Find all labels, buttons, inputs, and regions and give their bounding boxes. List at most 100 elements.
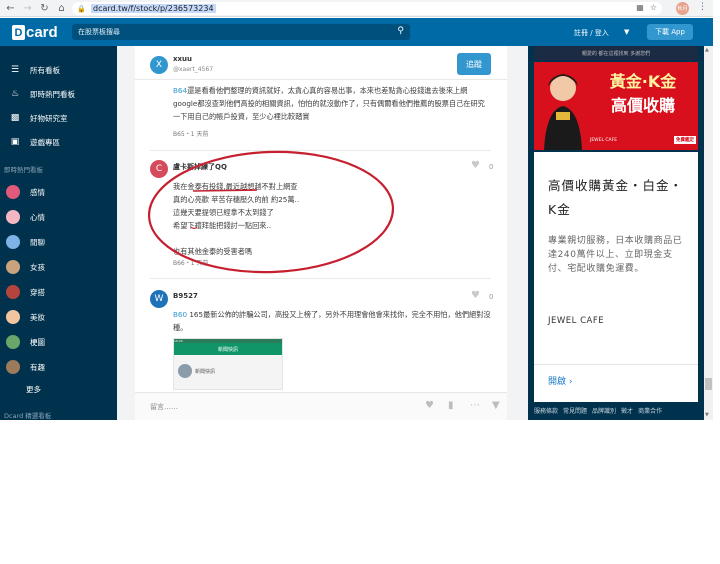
login-link[interactable]: 註冊 / 登入 — [574, 28, 609, 38]
screenshot-icon[interactable]: ▦ — [636, 3, 644, 12]
ad-banner[interactable]: 黃金·K金 高價收購 JEWEL CAFE 免費鑑定 — [534, 62, 698, 150]
footer-link[interactable]: 常見問題 — [563, 406, 587, 415]
footer-links: 服務條款 常見問題 品牌識別 徵才 商業合作 — [534, 406, 704, 415]
attached-image[interactable]: 10:24 新聞快訊 新聞快訊 — [173, 338, 283, 390]
comment-body: B60 165最新公佈的詐騙公司，高投又上榜了，另外不用理會他會來找你，完全不用… — [173, 308, 491, 334]
footer-link[interactable]: 服務條款 — [534, 406, 558, 415]
board-label: 感情 — [30, 187, 45, 197]
comment-line: 這幾天要提領已經拿不太到錢了 — [173, 208, 274, 217]
board-label: 心情 — [30, 212, 45, 222]
reload-icon[interactable]: ↻ — [38, 2, 51, 15]
comment-line: 希望下禮拜能把錢討一點回來.. — [173, 221, 272, 230]
profile-avatar[interactable]: 秋月 — [676, 2, 689, 15]
ad-brand-small: JEWEL CAFE — [590, 137, 618, 143]
sidebar-item-label: 遊戲專區 — [30, 137, 60, 147]
comment-meta: B65・1 天前 — [173, 131, 209, 138]
image-tab: 新聞快訊 — [174, 343, 282, 355]
sidebar-more-link[interactable]: 更多 — [26, 384, 41, 395]
ad-open-label: 開啟 — [548, 377, 567, 387]
divider — [534, 364, 698, 365]
follow-button[interactable]: 追蹤 — [457, 53, 491, 75]
sidebar-item-hot-boards[interactable]: ♨ 即時熱門看板 — [0, 84, 117, 104]
address-bar[interactable]: 🔒 dcard.tw/f/stock/p/236573234 — [72, 2, 662, 15]
floor-link[interactable]: B60 — [173, 310, 187, 319]
board-label: 美妝 — [30, 312, 45, 322]
ad-spokesperson-image — [538, 66, 588, 150]
comment-meta: B66・1 天前 — [173, 260, 209, 267]
forward-arrow-icon[interactable]: → — [21, 2, 34, 15]
search-icon[interactable]: ⚲ — [397, 26, 404, 36]
board-label: 穿搭 — [30, 287, 45, 297]
search-input[interactable]: 在股票板搜尋 ⚲ — [72, 24, 410, 40]
chevron-right-icon: › — [568, 377, 573, 387]
sidebar-item-label: 即時熱門看板 — [30, 89, 75, 99]
site-header: D card 在股票板搜尋 ⚲ 註冊 / 登入 ▼ 下載 App — [0, 18, 713, 46]
bookmark-icon[interactable]: ▮ — [448, 400, 454, 411]
commenter-avatar[interactable]: W — [150, 290, 168, 308]
heart-icon[interactable]: ♥ — [425, 400, 434, 411]
page-scrollbar[interactable]: ▲ ▼ — [704, 46, 713, 420]
comment-body: B64還是看看他們整理的資訊就好，太貪心真的容易出事，本來也差點貪心投錢進去後來… — [173, 84, 491, 123]
download-circle-icon[interactable]: ▼ — [492, 400, 500, 411]
footer-link[interactable]: 徵才 — [621, 406, 633, 415]
sidebar-board-item[interactable]: 心情 — [0, 207, 117, 227]
author-name[interactable]: xxuu — [173, 55, 192, 63]
sidebar-board-item[interactable]: 閒聊 — [0, 232, 117, 252]
lock-icon: 🔒 — [77, 4, 86, 13]
scrollbar-thumb[interactable] — [705, 378, 712, 390]
right-panel: 親愛的 都在這裡找到 多謝您們 黃金·K金 高價收購 JEWEL CAFE 免費… — [528, 46, 704, 420]
commenter-avatar[interactable]: C — [150, 160, 168, 178]
download-app-button[interactable]: 下載 App — [647, 24, 693, 40]
commenter-name[interactable]: B9527 — [173, 292, 198, 300]
reply-bar: 留言…… ♥ ▮ ⋯ ▼ — [135, 392, 507, 420]
sidebar-board-item[interactable]: 有趣 — [0, 357, 117, 377]
scroll-up-icon[interactable]: ▲ — [705, 47, 709, 53]
browser-menu-icon[interactable]: ⋮ — [698, 2, 707, 12]
scroll-down-icon[interactable]: ▼ — [705, 412, 709, 418]
browser-toolbar: ← → ↻ ⌂ 🔒 dcard.tw/f/stock/p/236573234 ▦… — [0, 0, 713, 17]
sidebar-item-games[interactable]: ▣ 遊戲專區 — [0, 132, 117, 152]
divider — [150, 150, 491, 151]
heart-icon[interactable]: ♥ — [471, 290, 480, 301]
home-icon[interactable]: ⌂ — [55, 2, 68, 15]
dcard-logo[interactable]: D card — [12, 24, 58, 41]
sidebar-board-item[interactable]: 美妝 — [0, 307, 117, 327]
ad-top-strip: 親愛的 都在這裡找到 多謝您們 — [534, 46, 698, 60]
reply-input[interactable]: 留言…… — [150, 402, 178, 412]
ad-brand: JEWEL CAFE — [548, 316, 605, 326]
comment-card: X xxuu @xaert_4567 追蹤 B64還是看看他們整理的資訊就好，太… — [135, 46, 507, 420]
url-text[interactable]: dcard.tw/f/stock/p/236573234 — [91, 4, 216, 13]
sidebar-board-item[interactable]: 梗圖 — [0, 332, 117, 352]
comment-line: 也有其他金泰的受害者嗎 — [173, 247, 253, 256]
more-icon[interactable]: ⋯ — [470, 400, 480, 411]
sidebar-item-goods-lab[interactable]: ▩ 好物研究室 — [0, 108, 117, 128]
footer-link[interactable]: 商業合作 — [638, 406, 662, 415]
board-label: 女孩 — [30, 262, 45, 272]
ad-free-badge: 免費鑑定 — [674, 136, 696, 144]
back-arrow-icon[interactable]: ← — [4, 2, 17, 15]
ad-title: 高價收購黃金・白金・K金 — [548, 178, 684, 217]
board-label: 閒聊 — [30, 237, 45, 247]
comment-line: 真的心亮歡 苹苦存穗壓久的前 約25萬.. — [173, 195, 300, 204]
sidebar-board-item[interactable]: 女孩 — [0, 257, 117, 277]
sidebar-board-item[interactable]: 穿搭 — [0, 282, 117, 302]
main-content: X xxuu @xaert_4567 追蹤 B64還是看看他們整理的資訊就好，太… — [117, 46, 528, 420]
commenter-name[interactable]: 盧卡斯掉練了QQ — [173, 162, 227, 172]
ad-card[interactable]: 高價收購黃金・白金・K金 專業親切服務，日本收購商品已達240萬件以上、立即現金… — [534, 152, 698, 402]
star-icon[interactable]: ☆ — [650, 3, 657, 12]
url-tools: ▦ ☆ — [636, 3, 657, 12]
footer-link[interactable]: 品牌識別 — [592, 406, 616, 415]
gamepad-icon: ▣ — [10, 137, 20, 147]
heart-icon[interactable]: ♥ — [471, 160, 480, 171]
sidebar-item-all-boards[interactable]: ☰ 所有看板 — [0, 60, 117, 80]
floor-link[interactable]: B64 — [173, 86, 187, 95]
logo-mark: D — [12, 25, 25, 40]
logo-text: card — [26, 24, 58, 41]
comment-line — [173, 232, 433, 245]
divider — [150, 278, 491, 279]
board-list-icon: ☰ — [10, 65, 20, 75]
ad-open-link[interactable]: 開啟 › — [548, 374, 573, 387]
author-avatar[interactable]: X — [150, 56, 168, 74]
chevron-down-icon[interactable]: ▼ — [624, 28, 629, 36]
sidebar-board-item[interactable]: 感情 — [0, 182, 117, 202]
